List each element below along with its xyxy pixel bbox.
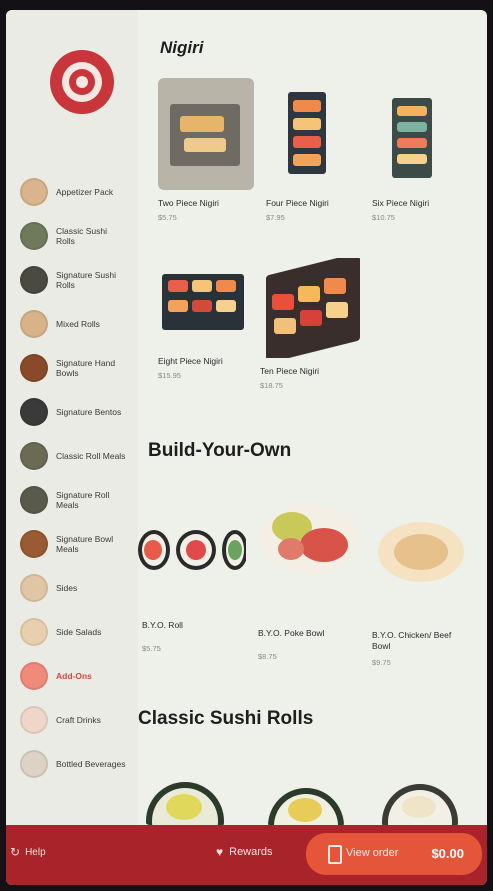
sidebar-item-label: Signature Bowl Meals	[56, 534, 114, 554]
two-piece-nigiri-image	[158, 78, 254, 190]
sidebar-item[interactable]: Signature Bentos	[20, 390, 138, 434]
menu-item-byo-chicken-beef-bowl[interactable]: B.Y.O. Chicken/ Beef Bowl $9.75	[372, 520, 472, 667]
kiosk-screen: Appetizer Pack Classic Sushi Rolls Signatu…	[6, 10, 487, 885]
item-name: Four Piece Nigiri	[266, 198, 329, 208]
item-price: $9.75	[372, 658, 391, 667]
item-price: $15.95	[158, 371, 181, 380]
ten-piece-nigiri-image	[260, 258, 364, 358]
classic-roll-3-image	[378, 782, 462, 825]
sidebar-item[interactable]: Craft Drinks	[20, 698, 138, 742]
four-piece-nigiri-image	[266, 78, 336, 190]
item-name: Six Piece Nigiri	[372, 198, 430, 208]
help-button[interactable]: ↻ Help	[10, 845, 46, 859]
item-price: $5.75	[142, 644, 161, 653]
view-order-button[interactable]: View order $0.00	[306, 833, 482, 875]
sidebar-item[interactable]: Mixed Rolls	[20, 302, 138, 346]
menu-content: Nigiri Two Piece Nigiri $5.75 Four Piece…	[138, 10, 487, 825]
sidebar-item-label: Signature Sushi Rolls	[56, 270, 117, 290]
sidebar-item-label: Add-Ons	[56, 671, 92, 681]
menu-item-classic-roll-2[interactable]	[264, 786, 348, 825]
sidebar-item[interactable]: Signature Roll Meals	[20, 478, 138, 522]
item-name: Ten Piece Nigiri	[260, 366, 320, 376]
sidebar-item[interactable]: Appetizer Pack	[20, 170, 138, 214]
section-title-classic-sushi-rolls: Classic Sushi Rolls	[138, 708, 314, 729]
sidebar-item-label: Bottled Beverages	[56, 759, 126, 769]
menu-item-four-piece-nigiri[interactable]: Four Piece Nigiri $7.95	[266, 78, 336, 222]
classic-roll-2-image	[264, 786, 348, 825]
item-price: $8.75	[258, 652, 277, 661]
item-price: $10.75	[372, 213, 395, 222]
menu-item-ten-piece-nigiri[interactable]: Ten Piece Nigiri $18.75	[260, 258, 364, 390]
sidebar-item-label: Signature Hand Bowls	[56, 358, 116, 378]
menu-item-eight-piece-nigiri[interactable]: Eight Piece Nigiri $15.95	[158, 266, 248, 380]
category-thumbnail	[20, 398, 48, 426]
sidebar-item[interactable]: Sides	[20, 566, 138, 610]
menu-item-byo-poke-bowl[interactable]: B.Y.O. Poke Bowl $8.75	[256, 500, 364, 661]
category-thumbnail	[20, 222, 48, 250]
sidebar-item-label: Classic Sushi Rolls	[56, 226, 108, 246]
sidebar-item[interactable]: Side Salads	[20, 610, 138, 654]
category-thumbnail	[20, 178, 48, 206]
item-name: Eight Piece Nigiri	[158, 356, 223, 366]
sidebar-item-label: Signature Bentos	[56, 407, 122, 417]
rewards-label: Rewards	[229, 846, 273, 858]
order-total: $0.00	[431, 846, 464, 861]
sidebar-item[interactable]: Bottled Beverages	[20, 742, 138, 786]
category-thumbnail	[20, 530, 48, 558]
category-thumbnail	[20, 266, 48, 294]
menu-item-six-piece-nigiri[interactable]: Six Piece Nigiri $10.75	[372, 78, 442, 222]
category-thumbnail	[20, 310, 48, 338]
item-name: Two Piece Nigiri	[158, 198, 219, 208]
rewards-button[interactable]: ♥ Rewards	[216, 845, 273, 859]
item-name: B.Y.O. Poke Bowl	[258, 628, 325, 638]
category-thumbnail	[20, 750, 48, 778]
bag-icon	[328, 845, 342, 864]
menu-item-classic-roll-1[interactable]	[144, 780, 228, 825]
sidebar-item-label: Craft Drinks	[56, 715, 101, 725]
byo-chicken-beef-bowl-image	[372, 520, 472, 584]
category-thumbnail	[20, 618, 48, 646]
byo-roll-image	[138, 528, 246, 576]
sidebar-item[interactable]: Classic Roll Meals	[20, 434, 138, 478]
help-label: Help	[25, 846, 46, 858]
sidebar-item-label: Appetizer Pack	[56, 187, 114, 197]
sidebar-item[interactable]: Signature Hand Bowls	[20, 346, 138, 390]
sidebar-item-label: Sides	[56, 583, 78, 593]
item-price: $7.95	[266, 213, 285, 222]
sidebar-item[interactable]: Add-Ons	[20, 654, 138, 698]
section-title-nigiri: Nigiri	[160, 38, 204, 57]
bottom-action-bar: ↻ Help ♥ Rewards View order $0.00	[6, 825, 487, 885]
section-title-build-your-own: Build-Your-Own	[148, 440, 292, 461]
byo-poke-bowl-image	[256, 500, 364, 578]
heart-icon: ♥	[216, 845, 224, 859]
sidebar-item[interactable]: Signature Bowl Meals	[20, 522, 138, 566]
menu-item-byo-roll[interactable]: B.Y.O. Roll $5.75	[138, 528, 246, 653]
category-thumbnail	[20, 442, 48, 470]
sidebar-item[interactable]: Signature Sushi Rolls	[20, 258, 138, 302]
menu-item-classic-roll-3[interactable]	[378, 782, 462, 825]
sidebar-item-label: Mixed Rolls	[56, 319, 100, 329]
item-price: $5.75	[158, 213, 177, 222]
menu-item-two-piece-nigiri[interactable]: Two Piece Nigiri $5.75	[158, 78, 254, 222]
six-piece-nigiri-image	[372, 78, 442, 190]
category-list: Appetizer Pack Classic Sushi Rolls Signatu…	[20, 170, 138, 786]
item-name: B.Y.O. Chicken/ Beef Bowl	[372, 630, 452, 651]
sidebar-item-label: Signature Roll Meals	[56, 490, 110, 510]
refresh-icon: ↻	[10, 845, 21, 859]
sidebar-item-label: Side Salads	[56, 627, 102, 637]
classic-roll-1-image	[144, 780, 228, 825]
category-thumbnail	[20, 486, 48, 514]
category-sidebar: Appetizer Pack Classic Sushi Rolls Signatu…	[6, 10, 138, 825]
eight-piece-nigiri-image	[158, 266, 248, 348]
view-order-label: View order	[346, 847, 399, 859]
category-thumbnail	[20, 354, 48, 382]
item-name: B.Y.O. Roll	[142, 620, 183, 630]
brand-logo	[50, 50, 114, 114]
sidebar-item[interactable]: Classic Sushi Rolls	[20, 214, 138, 258]
item-price: $18.75	[260, 381, 283, 390]
category-thumbnail	[20, 574, 48, 602]
category-thumbnail	[20, 706, 48, 734]
sidebar-item-label: Classic Roll Meals	[56, 451, 126, 461]
category-thumbnail	[20, 662, 48, 690]
